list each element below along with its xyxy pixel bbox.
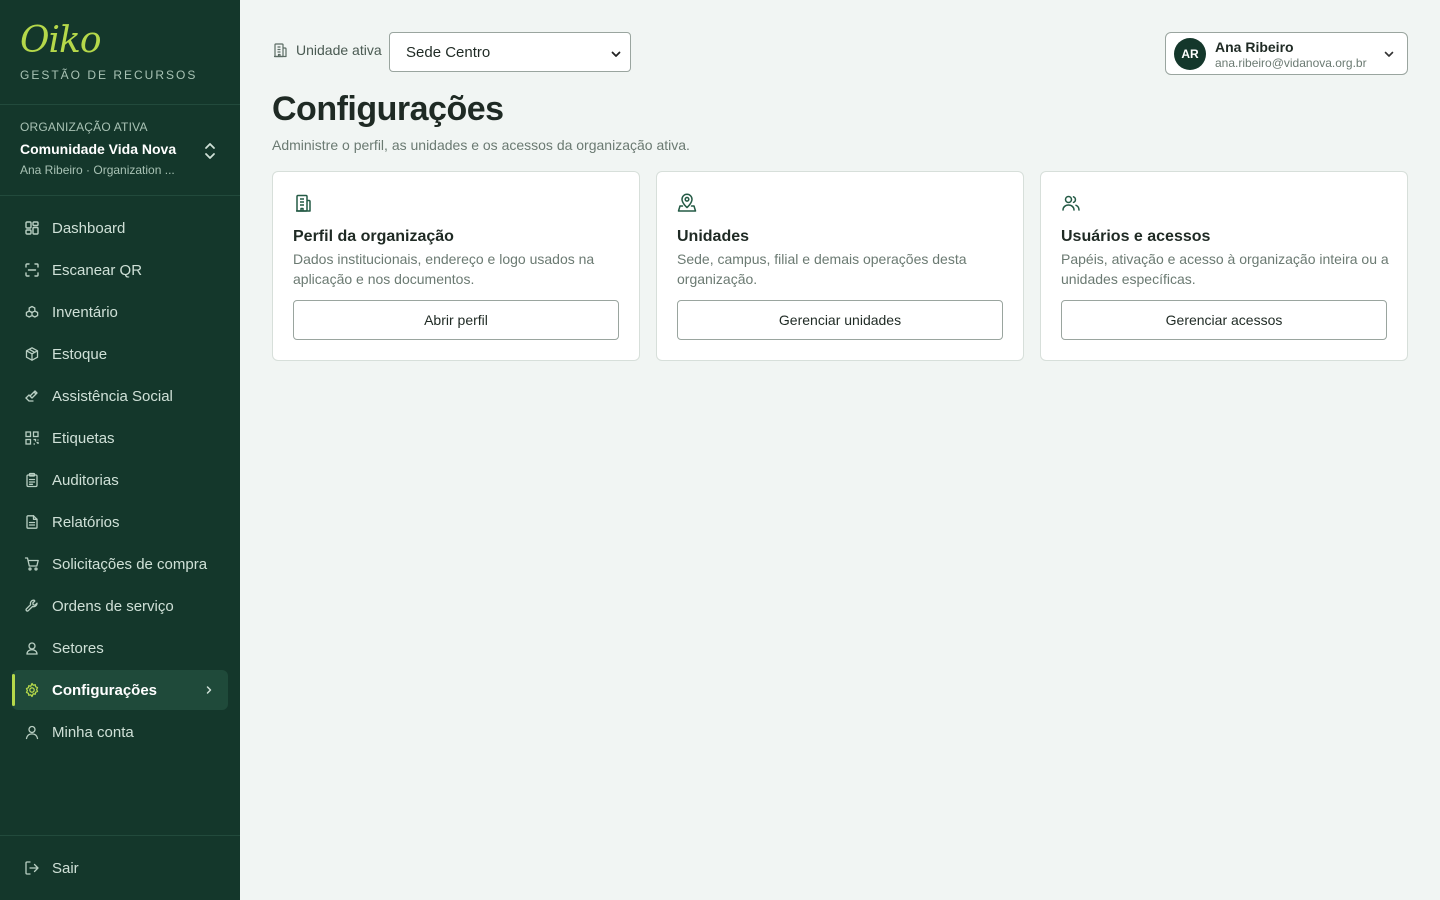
user-email: ana.ribeiro@vidanova.org.br [1215, 56, 1367, 70]
sidebar-nav: Dashboard Escanear QR Inventário Estoque… [12, 208, 228, 754]
scan-icon [24, 262, 40, 278]
divider [0, 195, 240, 196]
sidebar-item-label: Auditorias [52, 471, 119, 489]
sidebar-item-setores[interactable]: Setores [12, 628, 228, 668]
sidebar-item-label: Minha conta [52, 723, 134, 741]
gear-icon [24, 682, 40, 698]
sidebar-item-minha-conta[interactable]: Minha conta [12, 712, 228, 752]
logout-button[interactable]: Sair [12, 848, 228, 888]
sidebar-item-inventario[interactable]: Inventário [12, 292, 228, 332]
users-icon [1061, 193, 1081, 213]
gerenciar-unidades-button[interactable]: Gerenciar unidades [677, 300, 1003, 340]
user-icon [24, 724, 40, 740]
avatar: AR [1174, 38, 1206, 70]
active-unit-select[interactable]: Sede Centro [389, 32, 631, 72]
card-description: Sede, campus, filial e demais operações … [677, 251, 967, 287]
building-icon [293, 193, 313, 213]
chevrons-up-down-icon[interactable] [202, 140, 218, 162]
org-caption: ORGANIZAÇÃO ATIVA [20, 120, 148, 134]
sidebar-item-relatorios[interactable]: Relatórios [12, 502, 228, 542]
card-unidades: Unidades Sede, campus, filial e demais o… [656, 171, 1024, 361]
chevron-down-icon [1383, 47, 1395, 59]
card-title: Unidades [677, 228, 750, 245]
sidebar-item-solicitacoes-de-compra[interactable]: Solicitações de compra [12, 544, 228, 584]
divider [0, 835, 240, 836]
sidebar-item-label: Setores [52, 639, 104, 657]
sidebar-item-label: Assistência Social [52, 387, 173, 405]
sidebar-item-dashboard[interactable]: Dashboard [12, 208, 228, 248]
sidebar-item-configuracoes[interactable]: Configurações [12, 670, 228, 710]
chevron-right-icon [204, 683, 214, 697]
gerenciar-acessos-button[interactable]: Gerenciar acessos [1061, 300, 1387, 340]
card-description: Dados institucionais, endereço e logo us… [293, 251, 595, 287]
sidebar-item-escanear-qr[interactable]: Escanear QR [12, 250, 228, 290]
sidebar-item-label: Configurações [52, 681, 158, 699]
org-switcher[interactable]: ORGANIZAÇÃO ATIVA Comunidade Vida Nova A… [20, 120, 220, 177]
sidebar-item-label: Inventário [52, 303, 118, 321]
boxes-icon [24, 304, 40, 320]
sidebar-item-label: Escanear QR [52, 261, 143, 279]
user-pin-icon [24, 640, 40, 656]
sidebar-item-label: Ordens de serviço [52, 597, 174, 615]
active-unit-text: Unidade ativa [296, 42, 382, 58]
grid-icon [24, 220, 40, 236]
building-icon [272, 42, 288, 58]
sidebar-item-label: Dashboard [52, 219, 126, 237]
file-text-icon [24, 514, 40, 530]
card-description: Papéis, ativação e acesso à organização … [1061, 251, 1389, 287]
user-name: Ana Ribeiro [1215, 39, 1294, 55]
clipboard-icon [24, 472, 40, 488]
sidebar-item-assistencia-social[interactable]: Assistência Social [12, 376, 228, 416]
sidebar-item-ordens-de-servico[interactable]: Ordens de serviço [12, 586, 228, 626]
logout-label: Sair [52, 859, 79, 877]
org-name: Comunidade Vida Nova [20, 141, 177, 157]
sidebar-item-label: Etiquetas [52, 429, 115, 447]
sidebar-item-label: Solicitações de compra [52, 555, 208, 573]
logout-icon [24, 860, 40, 876]
card-title: Perfil da organização [293, 228, 454, 245]
page-title: Configurações [272, 90, 504, 128]
brand-logo: Oiko [20, 20, 102, 61]
user-menu[interactable]: AR Ana Ribeiro ana.ribeiro@vidanova.org.… [1165, 32, 1408, 75]
org-meta: Ana Ribeiro · Organization ... [20, 163, 175, 177]
divider [0, 104, 240, 105]
brand-subtitle: GESTÃO DE RECURSOS [20, 68, 198, 82]
cart-icon [24, 556, 40, 572]
card-perfil-organizacao: Perfil da organização Dados instituciona… [272, 171, 640, 361]
abrir-perfil-button[interactable]: Abrir perfil [293, 300, 619, 340]
package-icon [24, 346, 40, 362]
hand-heart-icon [24, 388, 40, 404]
map-pin-icon [677, 193, 697, 213]
chevron-down-icon [610, 47, 622, 59]
sidebar-item-etiquetas[interactable]: Etiquetas [12, 418, 228, 458]
card-title: Usuários e acessos [1061, 228, 1211, 245]
sidebar-item-label: Estoque [52, 345, 108, 363]
sidebar-item-estoque[interactable]: Estoque [12, 334, 228, 374]
page-subtitle: Administre o perfil, as unidades e os ac… [272, 137, 690, 153]
wrench-icon [24, 598, 40, 614]
brand: Oiko GESTÃO DE RECURSOS [20, 20, 198, 83]
sidebar-item-auditorias[interactable]: Auditorias [12, 460, 228, 500]
sidebar-item-label: Relatórios [52, 513, 120, 531]
active-unit-value: Sede Centro [406, 43, 491, 61]
sidebar: Oiko GESTÃO DE RECURSOS ORGANIZAÇÃO ATIV… [0, 0, 240, 900]
qr-code-icon [24, 430, 40, 446]
active-unit-label: Unidade ativa [272, 42, 382, 58]
card-usuarios-acessos: Usuários e acessos Papéis, ativação e ac… [1040, 171, 1408, 361]
